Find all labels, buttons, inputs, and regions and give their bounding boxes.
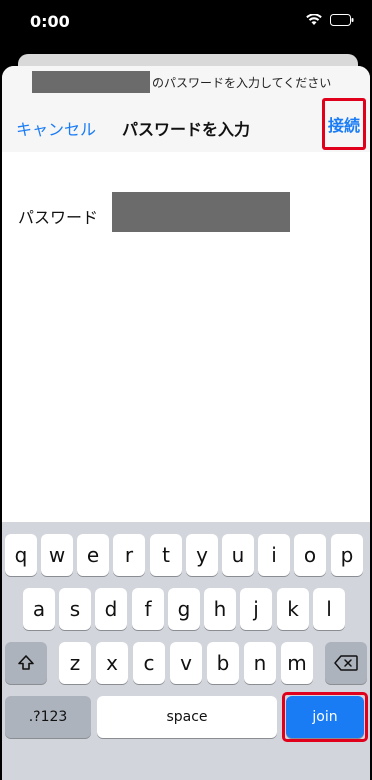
key-u[interactable]: u <box>222 534 254 576</box>
network-prompt-text: のパスワードを入力してください <box>152 75 332 90</box>
network-name-redacted <box>32 71 150 93</box>
password-row: パスワード <box>2 190 370 234</box>
key-n[interactable]: n <box>244 642 276 684</box>
nav-bar: キャンセル パスワードを入力 接続 <box>2 98 370 150</box>
key-j[interactable]: j <box>240 588 272 630</box>
password-field-redacted[interactable] <box>112 192 290 232</box>
key-q[interactable]: q <box>5 534 37 576</box>
wifi-icon <box>306 14 322 25</box>
key-v[interactable]: v <box>170 642 202 684</box>
key-p[interactable]: p <box>331 534 363 576</box>
key-y[interactable]: y <box>186 534 218 576</box>
connect-button[interactable]: 接続 <box>322 98 366 150</box>
status-icons <box>306 14 354 26</box>
sheet-header: のパスワードを入力してください キャンセル パスワードを入力 接続 <box>2 66 370 152</box>
battery-icon <box>330 14 354 26</box>
key-o[interactable]: o <box>294 534 326 576</box>
key-a[interactable]: a <box>23 588 55 630</box>
key-b[interactable]: b <box>207 642 239 684</box>
password-label: パスワード <box>18 208 99 227</box>
key-r[interactable]: r <box>113 534 145 576</box>
key-h[interactable]: h <box>204 588 236 630</box>
key-i[interactable]: i <box>258 534 290 576</box>
key-k[interactable]: k <box>277 588 309 630</box>
key-l[interactable]: l <box>313 588 345 630</box>
shift-key[interactable] <box>5 642 47 684</box>
status-time: 0:00 <box>30 12 70 31</box>
page-title: パスワードを入力 <box>121 120 250 139</box>
key-x[interactable]: x <box>96 642 128 684</box>
keyboard-row-1: q w e r t y u i o p <box>2 534 370 576</box>
numbers-key[interactable]: .?123 <box>5 696 91 738</box>
keyboard-row-2: a s d f g h j k l <box>2 588 370 630</box>
keyboard: q w e r t y u i o p a s d f g h j k l z … <box>2 522 370 780</box>
key-e[interactable]: e <box>77 534 109 576</box>
status-bar: 0:00 <box>0 0 372 44</box>
key-c[interactable]: c <box>133 642 165 684</box>
space-key[interactable]: space <box>97 696 277 738</box>
network-prompt: のパスワードを入力してください <box>32 70 331 94</box>
shift-icon <box>18 655 34 670</box>
join-key-highlight <box>282 692 368 742</box>
connect-button-label: 接続 <box>327 116 360 135</box>
password-sheet: のパスワードを入力してください キャンセル パスワードを入力 接続 パスワード … <box>2 66 370 780</box>
key-g[interactable]: g <box>168 588 200 630</box>
key-s[interactable]: s <box>59 588 91 630</box>
key-m[interactable]: m <box>281 642 313 684</box>
key-w[interactable]: w <box>41 534 73 576</box>
key-z[interactable]: z <box>59 642 91 684</box>
backspace-key[interactable] <box>325 642 367 684</box>
key-d[interactable]: d <box>95 588 127 630</box>
key-f[interactable]: f <box>132 588 164 630</box>
keyboard-row-3: z x c v b n m <box>2 642 370 684</box>
key-t[interactable]: t <box>150 534 182 576</box>
backspace-icon <box>334 655 358 671</box>
